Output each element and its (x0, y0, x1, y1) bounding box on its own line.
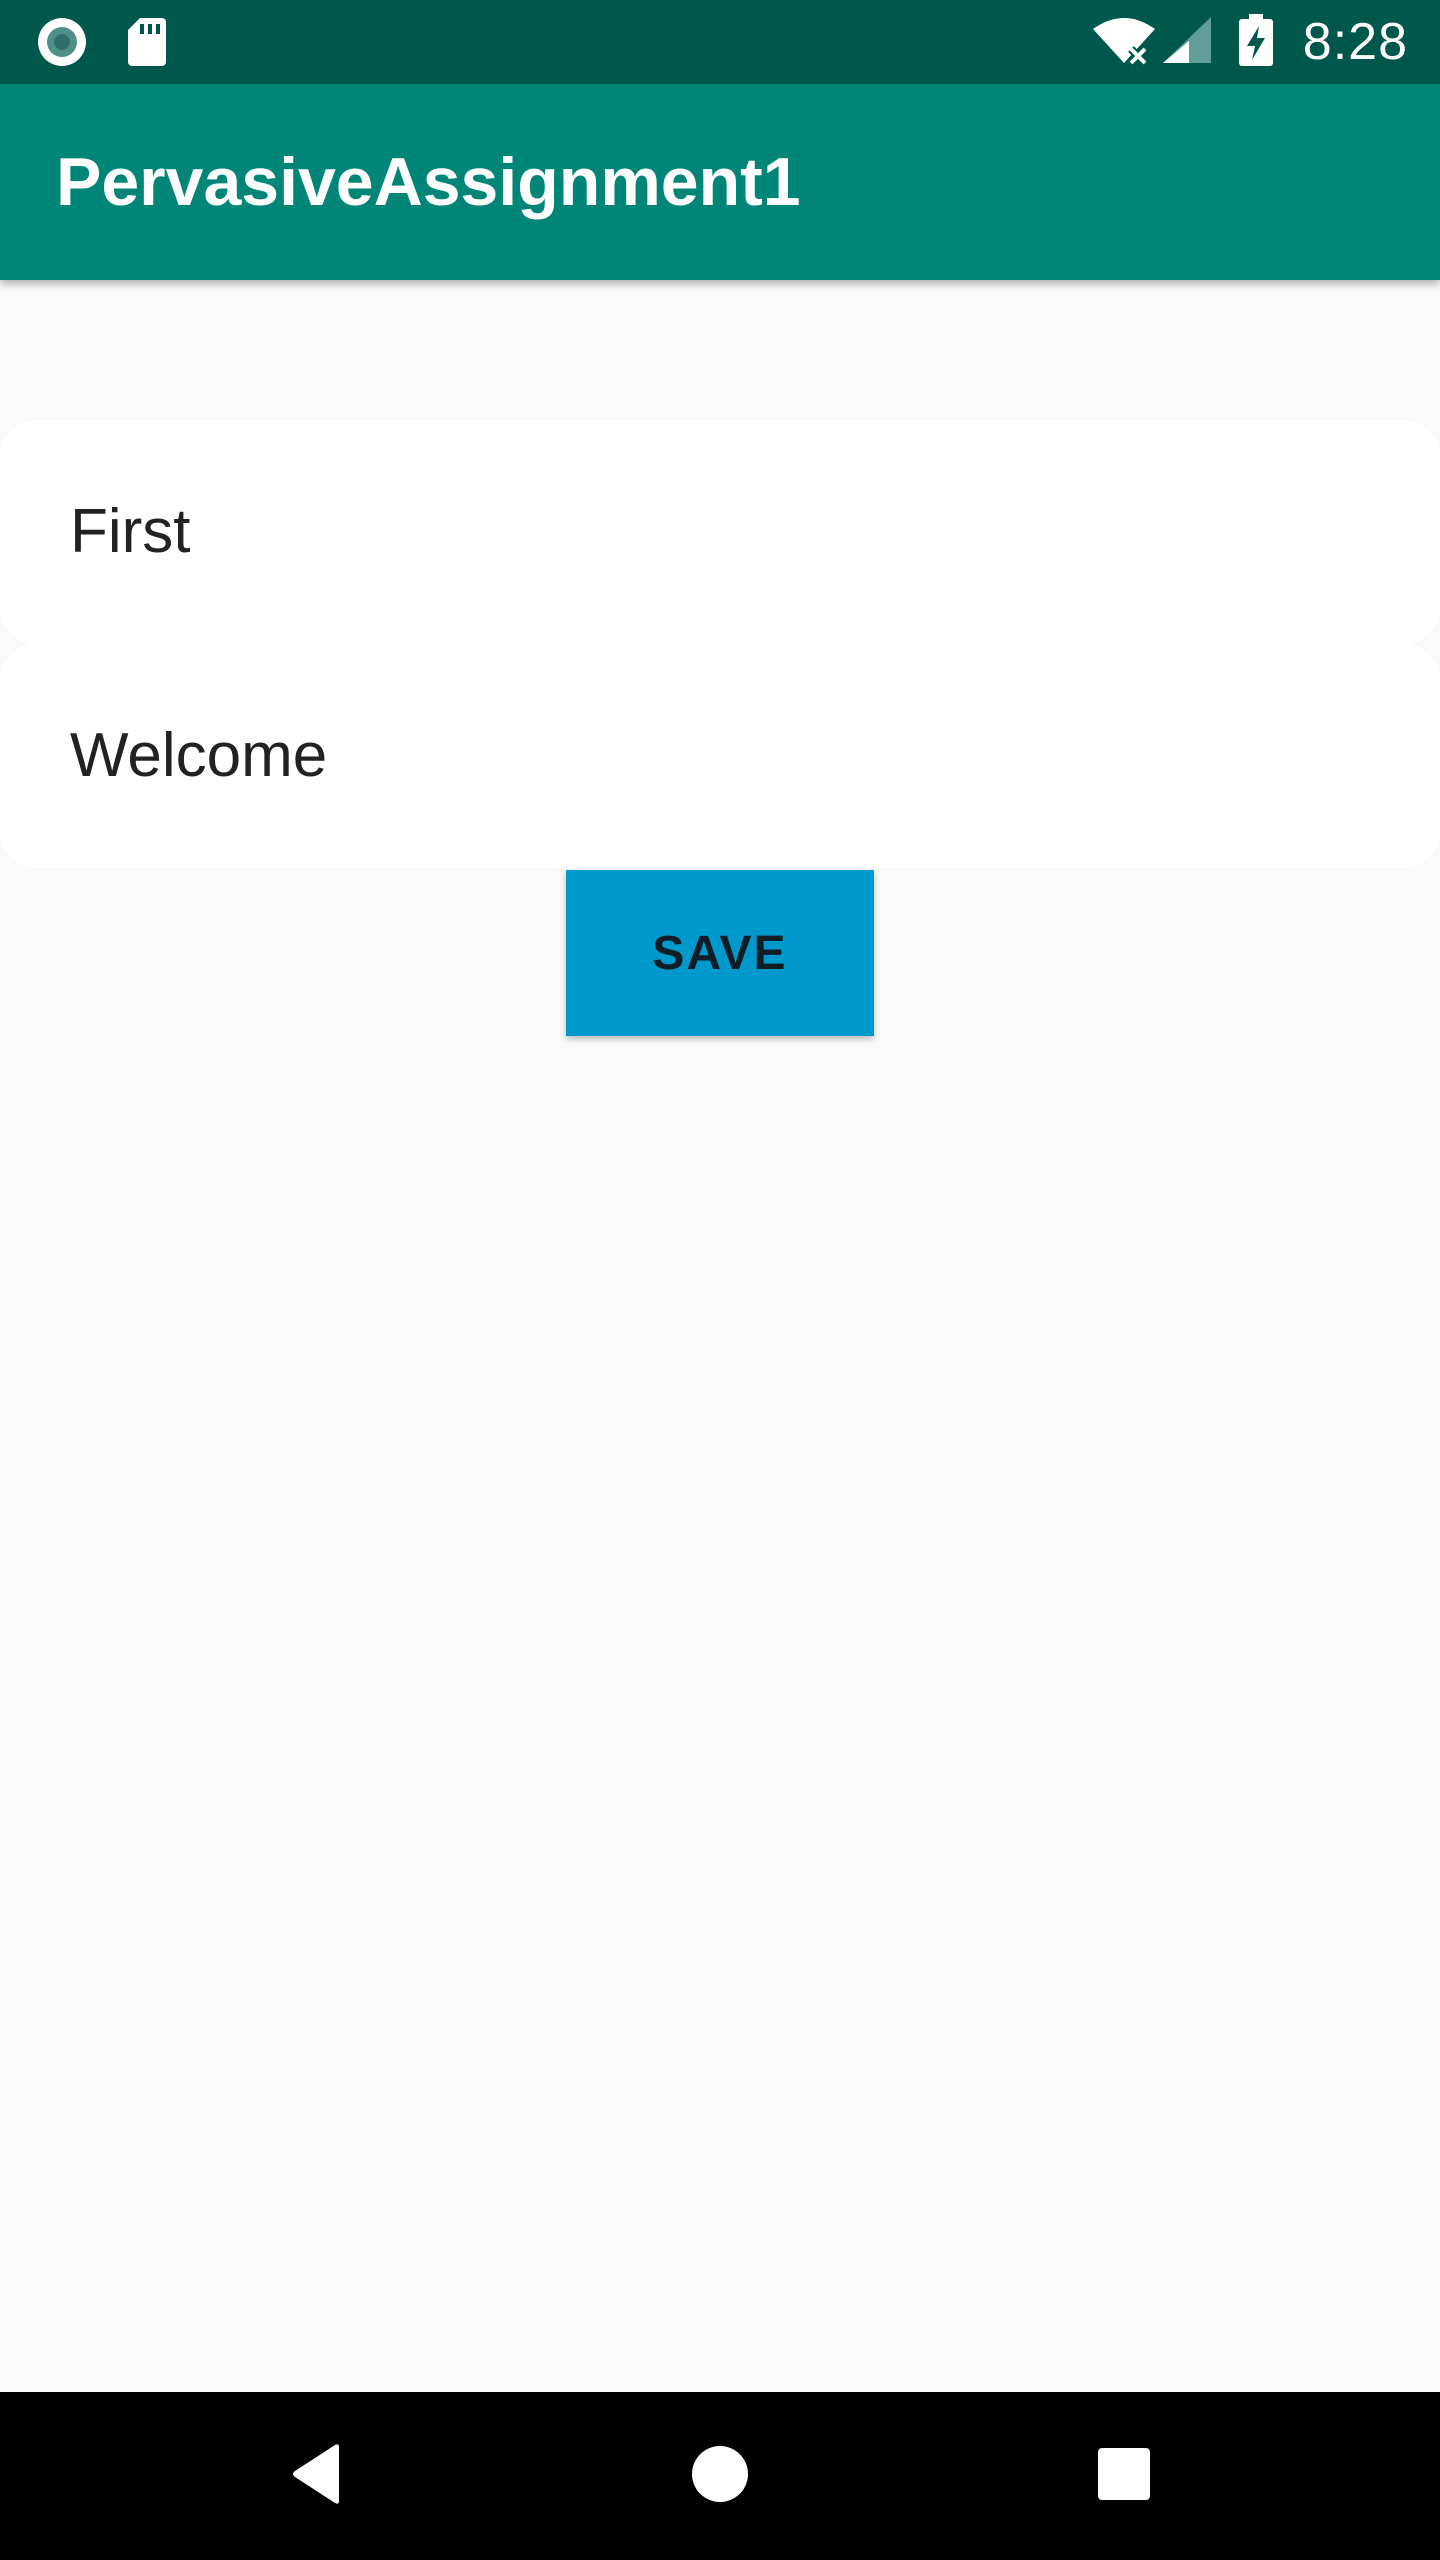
status-bar: 8:28 (0, 0, 1440, 84)
status-bar-left (36, 16, 168, 73)
list-item-welcome[interactable]: Welcome (0, 644, 1440, 868)
back-icon (289, 2443, 343, 2510)
save-button[interactable]: SAVE (566, 870, 874, 1036)
home-icon (691, 2445, 749, 2508)
status-bar-right: 8:28 (1091, 0, 1408, 84)
record-icon (36, 16, 88, 73)
sd-card-icon (126, 16, 168, 73)
app-title: PervasiveAssignment1 (56, 144, 801, 220)
home-button[interactable] (640, 2392, 800, 2560)
wifi-off-icon (1091, 15, 1157, 70)
cell-signal-icon (1161, 15, 1213, 70)
back-button[interactable] (236, 2392, 396, 2560)
app-bar: PervasiveAssignment1 (0, 84, 1440, 280)
battery-charging-icon (1238, 13, 1273, 71)
navigation-bar (0, 2392, 1440, 2560)
save-button-label: SAVE (652, 926, 788, 980)
recents-icon (1097, 2447, 1151, 2506)
list-item-label: Welcome (70, 721, 328, 790)
list-item-label: First (70, 497, 191, 566)
list-item-first[interactable]: First (0, 420, 1440, 644)
status-bar-clock: 8:28 (1302, 13, 1408, 71)
recents-button[interactable] (1044, 2392, 1204, 2560)
